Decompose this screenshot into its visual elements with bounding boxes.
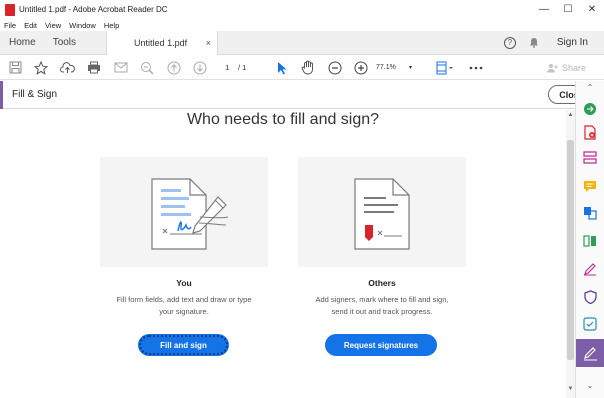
tab-document-label: Untitled 1.pdf — [134, 37, 188, 48]
edit-pdf-icon[interactable] — [582, 150, 598, 166]
fill-sign-active-tool[interactable] — [576, 339, 604, 367]
fill-sign-accent — [0, 81, 3, 109]
maximize-button[interactable]: ☐ — [556, 0, 580, 19]
pane-scroll-down-icon[interactable]: ⌄ — [582, 381, 598, 391]
fill-and-sign-button[interactable]: Fill and sign — [138, 334, 229, 356]
fill-sign-active-icon — [584, 347, 597, 361]
title-bar: Untitled 1.pdf - Adobe Acrobat Reader DC… — [0, 0, 604, 19]
menu-bar: File Edit View Window Help — [0, 19, 604, 31]
fit-page-icon[interactable] — [434, 60, 456, 75]
scroll-down-arrow[interactable]: ▼ — [566, 386, 575, 394]
menu-view[interactable]: View — [45, 21, 61, 30]
pane-scroll-up-icon[interactable]: ⌃ — [582, 83, 598, 93]
star-icon[interactable] — [33, 60, 48, 75]
share-label: Share — [561, 62, 587, 73]
combine-files-icon[interactable] — [582, 205, 598, 221]
export-pdf-icon[interactable] — [582, 101, 598, 117]
scroll-thumb[interactable] — [567, 140, 574, 360]
sign-in-button[interactable]: Sign In — [557, 37, 588, 48]
tab-bar: Home Tools Untitled 1.pdf × ? Sign In — [0, 30, 604, 55]
acrobat-app-icon — [5, 3, 15, 16]
page-heading: Who needs to fill and sign? — [186, 111, 380, 128]
chevron-down-icon: ▾ — [408, 65, 412, 71]
organize-pages-icon[interactable] — [582, 233, 598, 249]
share-person-icon — [546, 63, 558, 72]
print-icon[interactable] — [86, 60, 101, 75]
zoom-plus-icon[interactable] — [353, 60, 368, 75]
tab-home[interactable]: Home — [9, 37, 36, 48]
help-icon[interactable]: ? — [503, 36, 516, 49]
fill-sign-illustration — [100, 157, 268, 267]
fill-sign-pen-icon[interactable] — [582, 261, 598, 277]
page-down-icon[interactable] — [192, 60, 207, 75]
toolbar: 1 / 1 77.1% ▾ Share — [0, 55, 604, 80]
page-total: / 1 — [238, 62, 247, 72]
zoom-level-dropdown[interactable]: 77.1% ▾ — [374, 61, 414, 74]
scroll-up-arrow[interactable]: ▲ — [566, 112, 575, 120]
page-up-icon[interactable] — [166, 60, 181, 75]
share-button[interactable]: Share — [536, 59, 596, 76]
document-flag-icon — [354, 178, 410, 250]
request-signatures-illustration — [298, 157, 466, 267]
menu-help[interactable]: Help — [104, 21, 119, 30]
menu-edit[interactable]: Edit — [24, 21, 37, 30]
email-icon[interactable] — [113, 60, 128, 75]
vertical-scrollbar[interactable]: ▲ ▼ — [566, 110, 575, 398]
protect-shield-icon[interactable] — [582, 289, 598, 305]
window-close-button[interactable]: ✕ — [580, 0, 604, 19]
create-pdf-icon[interactable] — [582, 124, 598, 140]
notification-bell-icon[interactable] — [529, 37, 539, 48]
document-pen-icon — [151, 178, 229, 250]
window-title: Untitled 1.pdf - Adobe Acrobat Reader DC — [19, 5, 168, 14]
hand-icon[interactable] — [300, 60, 315, 75]
page-number-input[interactable]: 1 — [219, 61, 236, 73]
upload-icon[interactable] — [60, 60, 75, 75]
card-others: Others Add signers, mark where to fill a… — [298, 157, 466, 365]
main-content: Who needs to fill and sign? You Fill for… — [0, 110, 566, 398]
card-others-description: Add signers, mark where to fill and sign… — [315, 295, 449, 316]
comment-icon[interactable] — [582, 178, 598, 194]
tab-tools[interactable]: Tools — [53, 37, 76, 48]
card-you-description: Fill form fields, add text and draw or t… — [116, 295, 252, 316]
save-icon[interactable] — [8, 60, 23, 75]
minimize-button[interactable]: — — [532, 0, 556, 19]
zoom-level-value: 77.1% — [376, 64, 396, 71]
optimize-icon[interactable] — [582, 316, 598, 332]
menu-window[interactable]: Window — [69, 21, 96, 30]
fill-sign-header: Fill & Sign Close — [0, 81, 604, 109]
menu-file[interactable]: File — [4, 21, 16, 30]
request-signatures-button[interactable]: Request signatures — [325, 334, 437, 356]
right-tools-pane: ⌃ ⌄ — [575, 81, 604, 398]
select-arrow-icon[interactable] — [274, 60, 289, 75]
zoom-out-search-icon[interactable] — [139, 60, 154, 75]
fill-sign-title: Fill & Sign — [12, 89, 58, 100]
tab-close-icon[interactable]: × — [206, 38, 211, 48]
more-icon[interactable] — [468, 60, 483, 75]
card-you: You Fill form fields, add text and draw … — [100, 157, 268, 365]
card-you-title: You — [176, 278, 192, 288]
zoom-minus-icon[interactable] — [327, 60, 342, 75]
tab-document[interactable]: Untitled 1.pdf × — [106, 30, 219, 55]
card-others-title: Others — [368, 278, 396, 288]
